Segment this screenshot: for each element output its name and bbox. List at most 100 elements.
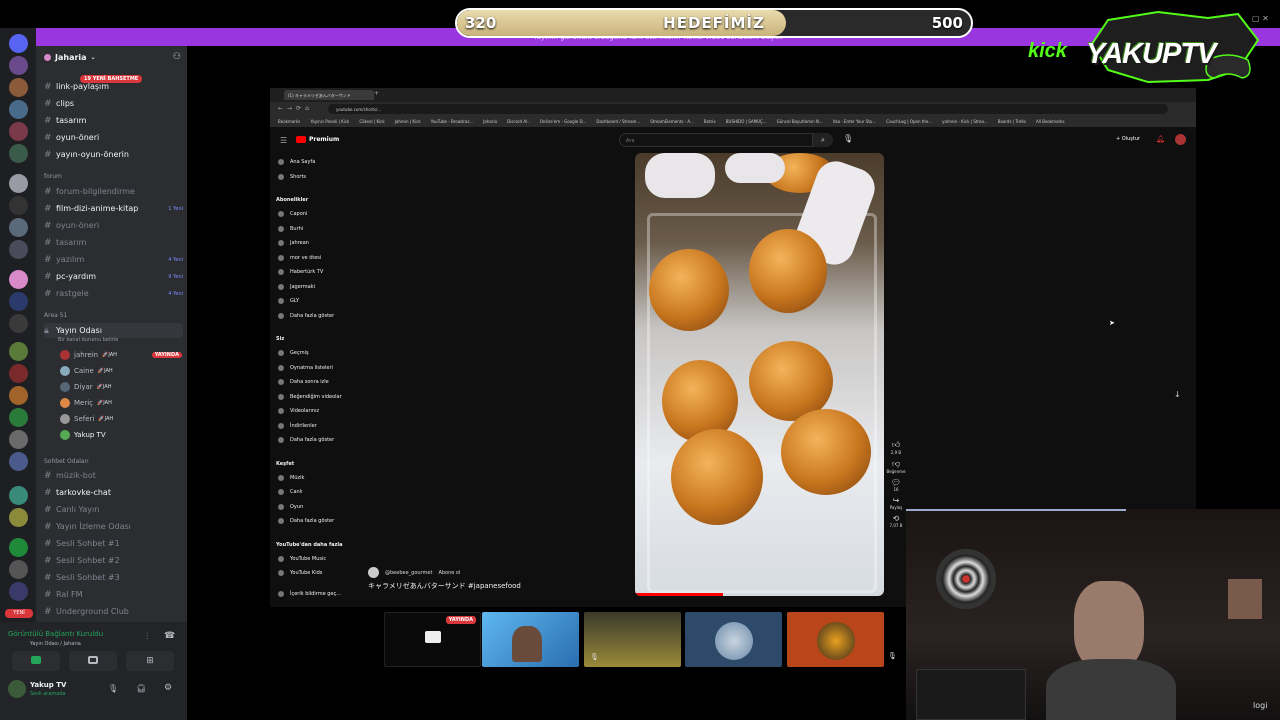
subscription-item[interactable]: Jagermaki	[278, 281, 315, 293]
subscription-item[interactable]: Daha fazla göster	[278, 310, 334, 322]
server-icon[interactable]	[9, 342, 28, 361]
channel-top[interactable]: # yayın-oyun-önerin	[44, 147, 183, 162]
channel-chat[interactable]: # tarkovke-chat	[44, 485, 183, 500]
browser-tab[interactable]: (1) キャラメリゼあんバターサンド	[284, 90, 374, 100]
bookmark-item[interactable]: Online'em - Google D...	[540, 119, 587, 124]
sidebar-section-header[interactable]: YouTube'dan daha fazla	[276, 539, 343, 551]
add-user-icon[interactable]: ⚇	[173, 52, 181, 62]
video-caption[interactable]: キャラメリゼあんバターサンド #japanesefood	[368, 581, 521, 591]
bookmark-item[interactable]: Jaharia	[483, 119, 497, 124]
bookmark-item[interactable]: yahrein - Kick | Strea...	[942, 119, 988, 124]
discord-home-icon[interactable]	[9, 34, 28, 53]
server-icon[interactable]	[9, 538, 28, 557]
channel-top[interactable]: # clips	[44, 96, 183, 111]
channel-top[interactable]: # link-paylaşım	[44, 79, 183, 94]
sidebar-item[interactable]: Beğendiğim videolar	[278, 391, 342, 403]
server-icon[interactable]	[9, 196, 28, 215]
channel-forum[interactable]: # oyun-öneri	[44, 218, 183, 233]
server-icon[interactable]	[9, 314, 28, 333]
channel-forum[interactable]: # film-dizi-anime-kitap 1 Yeni	[44, 201, 183, 216]
participant-thumb[interactable]	[482, 612, 579, 667]
voice-search-icon[interactable]: 🎙︎	[843, 134, 853, 143]
stream-thumb[interactable]: YAYINDA	[384, 612, 481, 667]
server-icon[interactable]	[9, 486, 28, 505]
bookmark-item[interactable]: Güncel Boyutlamın N...	[777, 119, 823, 124]
youtube-logo[interactable]: Premium	[296, 136, 339, 143]
screen-share-button[interactable]	[69, 651, 117, 671]
server-icon[interactable]	[9, 122, 28, 141]
voice-member[interactable]: Diyar 🚀JAH	[60, 380, 210, 394]
disconnect-icon[interactable]: ☎	[164, 631, 175, 641]
sidebar-item[interactable]: Daha fazla göster	[278, 434, 334, 446]
subscribe-button[interactable]: Abone ol	[438, 570, 460, 576]
next-video-icon[interactable]: ↓	[1174, 390, 1181, 399]
channel-chat[interactable]: # Canlı Yayın	[44, 502, 183, 517]
subscription-item[interactable]: Caponi	[278, 208, 307, 220]
bookmark-item[interactable]: Dashboard / Stream...	[596, 119, 640, 124]
sidebar-section-header[interactable]: Siz	[276, 333, 284, 345]
noise-icon[interactable]: ⫶	[146, 632, 148, 642]
connection-title[interactable]: Görüntülü Bağlantı Kuruldu	[8, 630, 103, 638]
bookmark-item[interactable]: YouTube - Broadcas...	[431, 119, 474, 124]
voice-member[interactable]: Seferi 🚀JAH	[60, 412, 210, 426]
bookmark-item[interactable]: Botrix	[704, 119, 716, 124]
category-area[interactable]: Area 51	[44, 312, 67, 319]
subscription-item[interactable]: Habertürk TV	[278, 266, 323, 278]
channel-forum[interactable]: # tasarım	[44, 235, 183, 250]
shorts-video[interactable]	[635, 153, 884, 596]
server-icon[interactable]	[9, 508, 28, 527]
participant-thumb[interactable]: 🎙︎	[584, 612, 681, 667]
subscription-item[interactable]: GLY	[278, 295, 299, 307]
connection-sub[interactable]: Yayın Odası / Jaharia	[30, 641, 81, 647]
bookmark-item[interactable]: Yayıncı Paneli | Kick	[310, 119, 349, 124]
gear-icon[interactable]: ⚙	[164, 683, 172, 693]
sidebar-item[interactable]: İçerik bildirme geç...	[278, 588, 341, 600]
server-icon[interactable]	[9, 408, 28, 427]
category-chat[interactable]: Sohbet Odaları	[44, 458, 89, 465]
subscription-item[interactable]: mor ve ötesi	[278, 252, 321, 264]
server-icon[interactable]	[9, 386, 28, 405]
bookmark-item[interactable]: Cöksel | Kick	[359, 119, 384, 124]
server-icon[interactable]	[9, 218, 28, 237]
sidebar-item[interactable]: Oynatma listeleri	[278, 362, 333, 374]
voice-member[interactable]: Caine 🚀JAH	[60, 364, 210, 378]
server-icon[interactable]	[9, 240, 28, 259]
new-servers-badge[interactable]: YENİ	[5, 609, 33, 618]
video-progress[interactable]	[635, 593, 723, 596]
bookmark-item[interactable]: Vaa - Enter Your Stu...	[833, 119, 877, 124]
sidebar-item[interactable]: Daha fazla göster	[278, 515, 334, 527]
bookmark-item[interactable]: BUSHIDO | SAMUÇ...	[726, 119, 767, 124]
channel-handle[interactable]: @beebee_gourmet	[385, 570, 432, 576]
server-icon[interactable]	[9, 270, 28, 289]
sidebar-item[interactable]: Oyun	[278, 501, 303, 513]
remix-icon[interactable]: ⟲	[885, 514, 907, 523]
sidebar-item[interactable]: YouTube Music	[278, 553, 326, 565]
bookmark-item[interactable]: Bookmarks	[278, 119, 300, 124]
search-input[interactable]: Ara	[619, 133, 813, 147]
channel-top[interactable]: # oyun-önerі	[44, 130, 183, 145]
sidebar-section-header[interactable]: Abonelikler	[276, 194, 308, 206]
subscription-item[interactable]: Burhi	[278, 223, 303, 235]
window-controls[interactable]: ▢ ✕	[1252, 14, 1269, 23]
server-header[interactable]: Jaharia ⌄	[44, 53, 96, 62]
bookmark-item[interactable]: Boards | Trello	[998, 119, 1026, 124]
participant-thumb[interactable]	[685, 612, 782, 667]
channel-status-hint[interactable]: Bir kanal durumu belirle	[58, 337, 118, 343]
server-icon[interactable]	[9, 560, 28, 579]
bookmark-item[interactable]: CouchLog | Open the...	[886, 119, 932, 124]
server-icon[interactable]	[9, 292, 28, 311]
server-icon[interactable]	[9, 582, 28, 601]
share-icon[interactable]: ↪	[885, 496, 907, 505]
server-icon[interactable]	[9, 78, 28, 97]
mic-icon[interactable]: 🎙︎	[108, 684, 118, 693]
url-input[interactable]: youtube.com/shorts/...	[328, 104, 1168, 114]
voice-member[interactable]: Yakup TV	[60, 428, 210, 442]
sidebar-item[interactable]: Canlı	[278, 486, 303, 498]
dislike-icon[interactable]: 👎︎	[885, 459, 907, 469]
channel-chat[interactable]: # Sesli Sohbet #1	[44, 536, 183, 551]
channel-chat[interactable]: # Sesli Sohbet #2	[44, 553, 183, 568]
server-icon[interactable]	[9, 364, 28, 383]
bookmark-item[interactable]: StreamElements - A...	[650, 119, 694, 124]
participant-thumb[interactable]	[787, 612, 884, 667]
user-avatar[interactable]	[8, 680, 26, 698]
